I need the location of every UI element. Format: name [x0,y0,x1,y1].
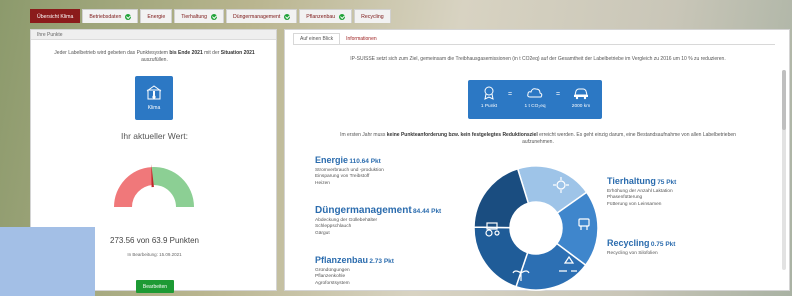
donut-center [510,202,562,254]
intro-part: mit der [202,50,221,56]
medal-icon [484,86,494,100]
section-points: 2.73 Pkt [369,258,394,265]
section-points: 0.75 Pkt [650,241,676,248]
current-value-label: Ihr aktueller Wert: [121,131,188,141]
intro-text: Jeder Labelbetrieb wird gebeten das Punk… [41,50,268,64]
section-duengermanagement[interactable]: Düngermanagement 84.44 Pkt Abdeckung der… [315,205,441,237]
tab-divider [293,44,775,45]
tab-tierhaltung[interactable]: Tierhaltung [174,9,224,23]
car-icon [574,88,588,100]
first-year-text: Im ersten Jahr muss keine Punkteanforder… [325,132,751,146]
gauge-red-segment [114,167,153,207]
overview-panel: Auf einen Blick Informationen IP-SUISSE … [284,29,790,291]
section-points: 110.64 Pkt [349,158,381,165]
equivalence-label: 1 t CO₂eq [524,104,546,109]
section-heading: Tierhaltung 75 Pkt [607,176,676,189]
edit-button[interactable]: Bearbeiten [136,280,174,293]
section-title: Düngermanagement [315,205,412,216]
klima-tile[interactable]: Klima [135,76,173,120]
tab-label: Tierhaltung [181,13,207,20]
section-energie[interactable]: Energie 110.64 Pkt Stromverbrauch und -p… [315,155,384,187]
check-icon [125,13,132,20]
overlay-block [0,227,95,296]
equals-sign: = [556,91,561,98]
co2-cloud-icon [527,88,543,98]
klima-label: Klima [147,105,161,111]
equivalence-box: 1 Punkt = 1 t CO₂eq = 2000 km [468,80,602,119]
section-heading: Recycling 0.75 Pkt [607,238,675,251]
tab-pflanzenbau[interactable]: Pflanzenbau [299,9,353,23]
equivalence-car: 2000 km [566,86,596,109]
check-icon [339,13,346,20]
tab-label: Recycling [361,13,384,20]
section-heading: Pflanzenbau 2.73 Pkt [315,255,394,268]
section-item: Recycling von Silofolien [607,251,658,256]
tab-duengermanagement[interactable]: Düngermanagement [226,9,298,23]
section-heading: Düngermanagement 84.44 Pkt [315,205,441,218]
equivalence-co2: 1 t CO₂eq [520,86,550,109]
tab-energie[interactable]: Energie [140,9,173,23]
tab-label: Übersicht Klima [37,13,74,20]
tab-betriebsdaten[interactable]: Betriebsdaten [82,9,139,23]
equivalence-label: 1 Punkt [480,104,498,109]
scrollbar[interactable] [782,70,786,270]
tab-recycling[interactable]: Recycling [354,9,391,23]
score-gauge [114,164,194,207]
thermometer-house-icon [146,85,162,100]
section-heading: Energie 110.64 Pkt [315,155,384,168]
intro-bold: Situation 2021 [220,50,255,56]
tab-label: Düngermanagement [233,13,281,20]
tab-label: Pflanzenbau [306,13,336,20]
equivalence-label: 2000 km [571,104,591,109]
section-points: 84.44 Pkt [413,208,442,215]
gauge-green-segment [151,167,194,207]
tab-label: Betriebsdaten [89,13,122,20]
goal-text: IP-SUISSE setzt sich zum Ziel, gemeinsam… [350,56,726,62]
section-item: Gärgut [315,230,330,236]
section-item: Heizen [315,180,330,186]
check-icon [284,13,291,20]
section-pflanzenbau[interactable]: Pflanzenbau 2.73 Pkt Gründüngungen Pflan… [315,255,394,287]
panel-header: Ihre Punkte [31,30,276,40]
section-item: Agroforstsystem [315,280,350,286]
text-bold: keine Punkteanforderung bzw. kein festge… [386,132,538,138]
check-icon [211,13,217,20]
text-part: erreicht werden. Es geht einzig darum, e… [522,132,736,145]
intro-part: Jeder Labelbetrieb wird gebeten das Punk… [54,50,170,56]
tab-label: Energie [147,13,166,20]
section-tierhaltung[interactable]: Tierhaltung 75 Pkt Erhöhung der Anzahl L… [607,176,676,208]
section-title: Energie [315,155,349,165]
section-title: Pflanzenbau [315,255,369,265]
tab-uebersicht-klima[interactable]: Übersicht Klima [30,9,81,23]
section-recycling[interactable]: Recycling 0.75 Pkt Recycling von Silofol… [607,238,675,257]
equivalence-point: 1 Punkt [474,86,504,109]
section-points: 75 Pkt [657,179,677,186]
equals-sign: = [508,91,513,98]
intro-part: auszufüllen. [141,57,168,63]
text-part: Im ersten Jahr muss [340,132,387,138]
section-title: Recycling [607,238,650,248]
category-donut [473,165,599,291]
section-item: Fütterung von Leinsamen [607,201,662,207]
section-title: Tierhaltung [607,176,656,186]
main-tabs: Übersicht Klima Betriebsdaten Energie Ti… [30,9,391,23]
intro-bold: bis Ende 2021 [169,50,203,56]
